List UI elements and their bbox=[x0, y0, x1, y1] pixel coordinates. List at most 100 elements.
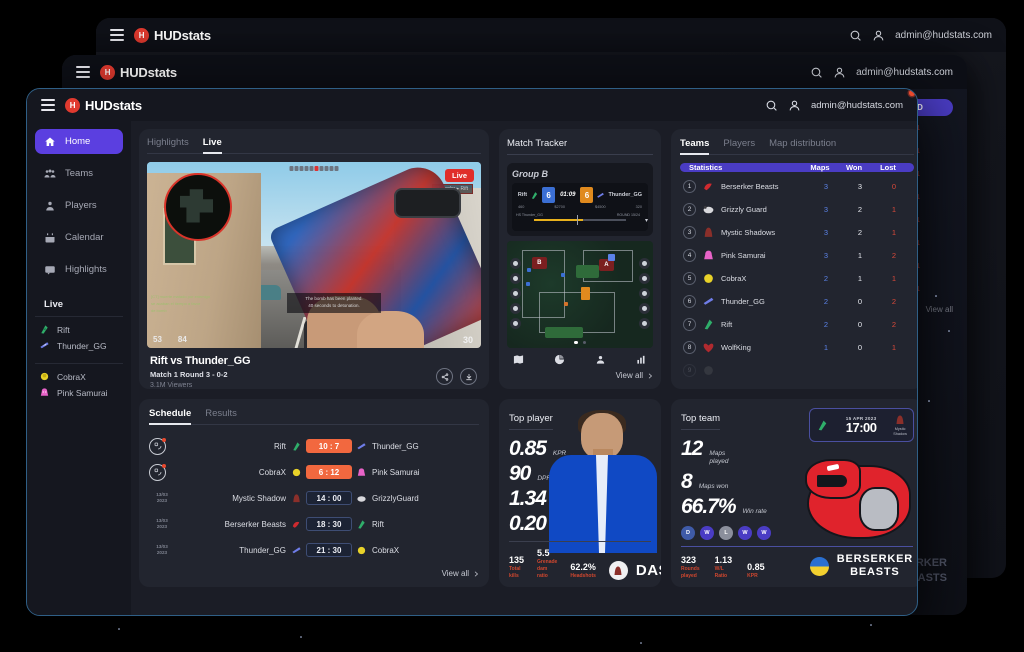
table-row[interactable]: 2 Grizzly Guard 3 2 1 bbox=[680, 198, 914, 221]
hamburger-menu-icon[interactable] bbox=[41, 99, 55, 111]
cell-won: 1 bbox=[857, 251, 863, 260]
schedule-view-all[interactable]: View all bbox=[149, 563, 479, 578]
bar-chart-icon[interactable] bbox=[636, 354, 647, 365]
schedule-team-right: CobraX bbox=[356, 545, 479, 556]
team-logo-icon bbox=[704, 366, 713, 375]
chevron-down-icon[interactable]: ▾ bbox=[645, 217, 648, 224]
live-stream-card: Highlights Live Thunder ▸ Rift bbox=[139, 129, 489, 389]
map-icon[interactable] bbox=[513, 354, 524, 365]
column-header-won: Won bbox=[845, 163, 863, 172]
table-row[interactable]: 3 Mystic Shadows 3 2 1 bbox=[680, 221, 914, 244]
hamburger-menu-icon[interactable] bbox=[76, 66, 90, 78]
mystic-shadows-logo-icon bbox=[896, 415, 904, 424]
screenshot-stage: H HUDstats admin@hudstats.com H HUDstats… bbox=[0, 0, 1024, 652]
cell-maps: 3 bbox=[823, 182, 829, 191]
tab-results[interactable]: Results bbox=[205, 408, 237, 425]
map-player-blip bbox=[525, 281, 530, 286]
tab-schedule[interactable]: Schedule bbox=[149, 408, 192, 425]
schedule-row[interactable]: Rift 10 : 7 Thunder_GG bbox=[149, 433, 479, 459]
user-icon[interactable] bbox=[872, 29, 885, 42]
sidebar-item-highlights[interactable]: Highlights bbox=[35, 257, 123, 282]
next-match-time: 17:00 bbox=[845, 420, 877, 435]
search-icon[interactable] bbox=[810, 66, 823, 79]
sidebar-live-team[interactable]: Rift bbox=[39, 324, 119, 335]
hud-logo-icon: H bbox=[134, 27, 149, 43]
statistics-view-all[interactable]: View all bbox=[680, 382, 914, 389]
schedule-team-right: Pink Samurai bbox=[356, 467, 479, 478]
player-icon bbox=[44, 200, 56, 212]
mini-stat: 135 Total kills bbox=[509, 555, 525, 579]
tracker-map[interactable]: B A bbox=[507, 241, 653, 348]
top-team-identity: BERSERKER BEASTS bbox=[809, 553, 913, 581]
stat-value: 0.85 bbox=[509, 437, 547, 460]
mini-stat: 1.13 W/L Ratio bbox=[714, 555, 733, 579]
rift-logo-icon bbox=[531, 191, 538, 199]
tab-live[interactable]: Live bbox=[202, 137, 222, 154]
sidebar-live-group[interactable]: CobraX Pink Samurai bbox=[35, 90, 915, 410]
cell-maps: 1 bbox=[823, 343, 829, 352]
table-row[interactable]: 1 Berserker Beasts 3 3 0 bbox=[680, 175, 914, 198]
schedule-time: 18 : 30 bbox=[306, 517, 352, 531]
sidebar-live-group[interactable]: Rift Thunder_GG bbox=[35, 90, 915, 363]
sidebar-live-team[interactable]: CobraX bbox=[39, 371, 119, 382]
user-icon[interactable] bbox=[833, 66, 846, 79]
tracker-view-all[interactable]: View all bbox=[507, 365, 653, 380]
map-pagination-dots[interactable] bbox=[574, 340, 586, 344]
mystic-shadows-logo-icon bbox=[704, 227, 713, 237]
share-icon[interactable] bbox=[436, 368, 453, 385]
team-name: Thunder_GG bbox=[721, 297, 765, 306]
chevron-right-icon bbox=[474, 570, 479, 577]
sidebar-item-calendar[interactable]: Calendar bbox=[35, 225, 123, 250]
pink-samurai-logo-icon bbox=[704, 250, 713, 260]
search-icon[interactable] bbox=[765, 99, 778, 112]
search-icon[interactable] bbox=[849, 29, 862, 42]
download-icon[interactable] bbox=[460, 368, 477, 385]
form-badge: W bbox=[757, 525, 771, 540]
team-name: CobraX bbox=[721, 274, 747, 283]
table-row[interactable]: 7 Rift 2 0 2 bbox=[680, 313, 914, 336]
table-row[interactable]: 4 Pink Samurai 3 1 2 bbox=[680, 244, 914, 267]
table-row-partial[interactable]: 9 bbox=[680, 359, 914, 382]
tab-map-distribution[interactable]: Map distribution bbox=[769, 138, 836, 155]
tab-teams[interactable]: Teams bbox=[680, 138, 710, 155]
cell-maps: 2 bbox=[823, 297, 829, 306]
table-row[interactable]: 5 CobraX 2 1 1 bbox=[680, 267, 914, 290]
rank-badge: 7 bbox=[683, 318, 696, 331]
match-tracker-title: Match Tracker bbox=[507, 138, 653, 155]
brand-logo[interactable]: H HUDstats bbox=[65, 97, 142, 113]
user-icon[interactable] bbox=[788, 99, 801, 112]
pie-chart-icon[interactable] bbox=[554, 354, 565, 365]
schedule-tabs: Schedule Results bbox=[149, 408, 479, 425]
game-hud-stats: 53 84 bbox=[153, 335, 187, 344]
mini-stat: 5.5 Grenade dam ratio bbox=[537, 548, 558, 579]
tracker-group-label: Group B bbox=[512, 169, 548, 179]
table-row[interactable]: 6 Thunder_GG 2 0 2 bbox=[680, 290, 914, 313]
tab-players[interactable]: Players bbox=[723, 138, 755, 155]
timeline-right-label: ROUND 15/24 bbox=[616, 213, 640, 217]
next-match-widget[interactable]: 15 APR 2023 17:00 Mystic Shadow bbox=[809, 408, 914, 442]
map-bombsite-zone-a bbox=[575, 264, 599, 279]
player-stats-icon[interactable] bbox=[595, 354, 606, 365]
sidebar-item-teams[interactable]: Teams bbox=[35, 161, 123, 186]
sidebar-live-team[interactable]: Thunder_GG bbox=[39, 340, 119, 351]
main-dashboard-window[interactable]: H HUDstats admin@hudstats.com Home Teams… bbox=[26, 88, 918, 616]
schedule-row[interactable]: CobraX 6 : 12 Pink Samurai bbox=[149, 459, 479, 485]
schedule-row[interactable]: 13/03 2023 Berserker Beasts 18 : 30 Rift bbox=[149, 511, 479, 537]
hamburger-menu-icon[interactable] bbox=[110, 29, 124, 41]
live-indicator-dot bbox=[909, 90, 915, 96]
tracker-round-timeline[interactable]: HS Thunder_GG ROUND 15/24 ▾ bbox=[516, 213, 648, 227]
sidebar-live-team-label: Pink Samurai bbox=[57, 387, 108, 398]
schedule-row[interactable]: 13/03 2023 Mystic Shadow 14 : 00 GrizzlyG… bbox=[149, 485, 479, 511]
sidebar-item-players[interactable]: Players bbox=[35, 193, 123, 218]
stream-video-frame[interactable]: Thunder ▸ Rift The bomb has been planted… bbox=[147, 162, 481, 348]
schedule-row[interactable]: 13/03 2023 Thunder_GG 21 : 30 CobraX bbox=[149, 537, 479, 563]
table-row[interactable]: 8 WolfKing 1 0 1 bbox=[680, 336, 914, 359]
thunder-gg-logo-icon bbox=[703, 297, 714, 305]
tab-highlights[interactable]: Highlights bbox=[147, 137, 189, 154]
cell-maps: 2 bbox=[823, 274, 829, 283]
sidebar-item-home[interactable]: Home bbox=[35, 129, 123, 154]
team-name: Mystic Shadows bbox=[721, 228, 776, 237]
account-email[interactable]: admin@hudstats.com bbox=[811, 100, 903, 111]
sidebar-live-team[interactable]: Pink Samurai bbox=[39, 387, 119, 398]
team-name: Pink Samurai bbox=[721, 251, 766, 260]
